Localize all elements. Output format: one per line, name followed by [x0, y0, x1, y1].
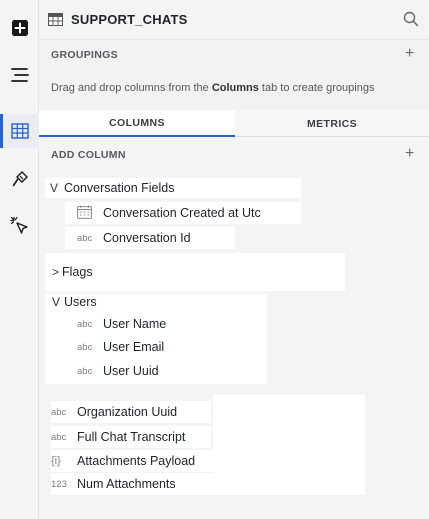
cursor-select-icon[interactable]	[0, 209, 39, 243]
group-label: Users	[64, 295, 97, 309]
list-item[interactable]: {i} Attachments Payload	[51, 450, 213, 472]
text-type-icon: abc	[77, 365, 93, 377]
field-label: Conversation Id	[103, 231, 191, 245]
add-column-button[interactable]: +	[405, 146, 414, 162]
field-label: User Email	[103, 340, 165, 354]
columns-panel: SUPPORT_CHATS GROUPINGS + Drag and drop …	[39, 0, 429, 519]
group-conversation-fields[interactable]: V Conversation Fields	[45, 178, 301, 198]
groupings-section: GROUPINGS + Drag and drop columns from t…	[39, 40, 429, 110]
chevron-down-icon: V	[50, 181, 59, 195]
hint-text-suffix: tab to create groupings	[258, 82, 375, 94]
text-type-icon: abc	[77, 318, 93, 330]
group-label: Flags	[62, 265, 93, 279]
brush-icon[interactable]	[0, 162, 39, 196]
search-icon[interactable]	[403, 11, 419, 32]
tab-columns[interactable]: COLUMNS	[39, 110, 235, 137]
text-type-icon: abc	[51, 431, 67, 443]
groupings-label: GROUPINGS	[51, 49, 118, 61]
list-item[interactable]: Conversation Created at Utc	[65, 202, 301, 224]
groupings-hint: Drag and drop columns from the Columns t…	[51, 82, 374, 94]
chevron-right-icon: >	[52, 265, 60, 279]
add-icon[interactable]	[0, 11, 39, 45]
column-list: ADD COLUMN + V Conversation Fields Conve…	[39, 137, 429, 519]
group-label: Conversation Fields	[64, 181, 175, 195]
group-flags[interactable]: > Flags	[45, 253, 345, 291]
calendar-icon	[77, 205, 103, 222]
field-label: User Name	[103, 317, 167, 331]
field-label: Num Attachments	[77, 477, 176, 491]
tab-bar: COLUMNS METRICS	[39, 110, 429, 137]
list-item[interactable]: abc User Uuid	[65, 360, 191, 382]
tab-metrics[interactable]: METRICS	[235, 110, 429, 137]
field-label: Organization Uuid	[77, 405, 178, 419]
text-type-icon: abc	[51, 406, 67, 418]
left-rail	[0, 0, 39, 519]
list-item[interactable]: 123 Num Attachments	[51, 473, 213, 495]
add-grouping-button[interactable]: +	[405, 46, 414, 62]
page-title: SUPPORT_CHATS	[71, 12, 188, 27]
text-type-icon: abc	[77, 232, 93, 244]
add-column-label: ADD COLUMN	[51, 149, 126, 161]
panel-header: SUPPORT_CHATS	[39, 0, 429, 40]
list-item[interactable]: abc Full Chat Transcript	[51, 426, 211, 448]
field-label: User Uuid	[103, 364, 159, 378]
list-backdrop	[213, 395, 365, 495]
field-label: Attachments Payload	[77, 454, 196, 468]
hint-text-prefix: Drag and drop columns from the	[51, 82, 212, 94]
json-type-icon: {i}	[51, 455, 61, 467]
list-icon[interactable]	[0, 58, 39, 92]
chevron-down-icon: V	[52, 295, 61, 309]
list-item[interactable]: abc User Email	[65, 336, 191, 358]
hint-text-bold: Columns	[211, 82, 259, 94]
field-label: Conversation Created at Utc	[103, 206, 261, 220]
number-type-icon: 123	[51, 478, 67, 490]
table-icon[interactable]	[0, 114, 39, 148]
list-item[interactable]: abc User Name	[65, 313, 191, 335]
text-type-icon: abc	[77, 341, 93, 353]
field-label: Full Chat Transcript	[77, 430, 186, 444]
table-grid-icon	[48, 13, 63, 31]
list-item[interactable]: abc Conversation Id	[65, 227, 235, 249]
list-item[interactable]: abc Organization Uuid	[51, 401, 211, 423]
